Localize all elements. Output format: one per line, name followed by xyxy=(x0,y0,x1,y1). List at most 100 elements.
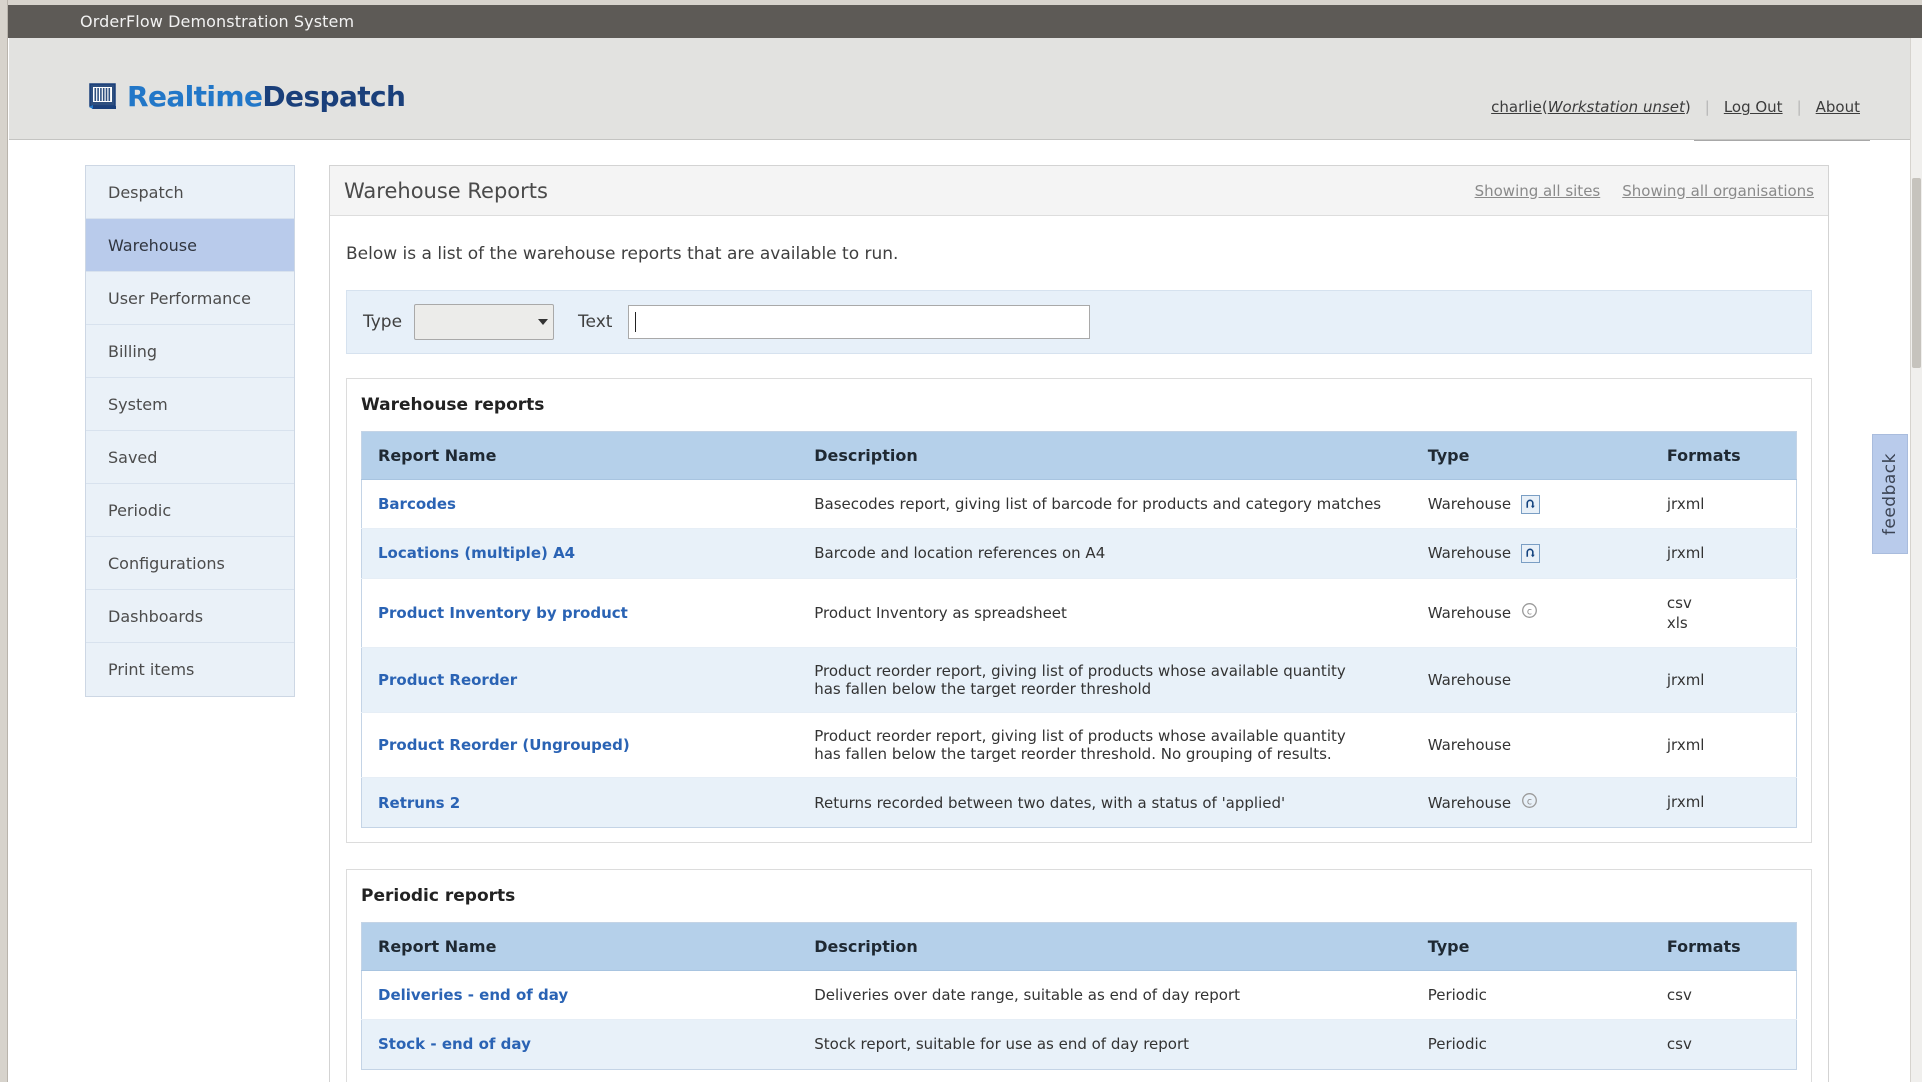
workstation-link[interactable]: Workstation unset xyxy=(1548,98,1685,116)
sidebar-item-periodic[interactable]: Periodic xyxy=(86,484,294,537)
report-format: jrxml xyxy=(1666,670,1705,689)
report-formats-cell: csv xyxy=(1650,970,1797,1021)
text-filter-field[interactable] xyxy=(628,305,1091,339)
copyright-icon[interactable]: c xyxy=(1521,792,1538,813)
report-description: Product reorder report, giving list of p… xyxy=(798,712,1412,778)
report-description: Product Inventory as spreadsheet xyxy=(798,578,1412,648)
column-header-description: Description xyxy=(798,922,1412,971)
copyright-icon[interactable]: c xyxy=(1521,602,1538,623)
periodic-section-heading: Periodic reports xyxy=(361,886,516,906)
report-format: jrxml xyxy=(1666,495,1705,513)
sidebar-item-system[interactable]: System xyxy=(86,378,294,431)
sidebar-item-dashboards[interactable]: Dashboards xyxy=(86,590,294,643)
feedback-label: feedback xyxy=(1880,452,1900,536)
column-header-formats: Formats xyxy=(1650,922,1797,971)
report-formats-cell: jrxml xyxy=(1650,647,1797,713)
report-type-cell: Warehouse xyxy=(1428,543,1651,563)
sidebar-item-despatch[interactable]: Despatch xyxy=(86,166,294,219)
sidebar-item-user-performance[interactable]: User Performance xyxy=(86,272,294,325)
report-type-cell: Warehouse xyxy=(1428,736,1651,754)
report-type-label: Periodic xyxy=(1411,1019,1651,1069)
logo-text-primary: Realtime xyxy=(127,80,263,113)
showing-all-organisations-link[interactable]: Showing all organisations xyxy=(1622,182,1814,200)
page-scrollbar[interactable] xyxy=(1910,38,1922,1082)
report-link-retruns-2[interactable]: Retruns 2 xyxy=(378,794,460,812)
panel-title-bar: Warehouse Reports Showing all sites Show… xyxy=(330,166,1828,216)
logo-text-secondary: Despatch xyxy=(262,80,406,113)
report-format: csv xyxy=(1666,986,1692,1004)
sidebar-item-billing[interactable]: Billing xyxy=(86,325,294,378)
column-header-description: Description xyxy=(798,431,1412,480)
report-formats-cell: csv xls xyxy=(1650,578,1797,648)
report-formats-cell: csv xyxy=(1650,1019,1797,1069)
table-row: Stock - end of day Stock report, suitabl… xyxy=(361,1019,1797,1069)
type-filter-select[interactable] xyxy=(414,304,555,340)
feedback-tab[interactable]: feedback xyxy=(1872,434,1908,554)
table-row: Product Reorder (Ungrouped) Product reor… xyxy=(361,712,1797,778)
scrollbar-thumb[interactable] xyxy=(1912,178,1921,368)
logo[interactable]: RealtimeDespatch xyxy=(87,80,406,113)
report-formats-cell: jrxml xyxy=(1650,712,1797,778)
report-format: xls xyxy=(1666,613,1688,632)
report-description: Returns recorded between two dates, with… xyxy=(798,777,1412,828)
table-row: Barcodes Basecodes report, giving list o… xyxy=(361,479,1797,530)
repeat-icon[interactable] xyxy=(1521,543,1541,563)
table-row: Deliveries - end of day Deliveries over … xyxy=(361,970,1797,1021)
report-link-stock-end-of-day[interactable]: Stock - end of day xyxy=(378,1035,531,1053)
report-description: Basecodes report, giving list of barcode… xyxy=(798,479,1412,530)
column-header-type: Type xyxy=(1411,431,1651,480)
repeat-icon[interactable] xyxy=(1521,494,1541,514)
report-formats-cell: jrxml xyxy=(1650,777,1797,828)
periodic-reports-table: Report Name Description Type Formats Del… xyxy=(361,922,1797,1070)
text-filter-label: Text xyxy=(578,312,613,332)
logout-link[interactable]: Log Out xyxy=(1724,98,1783,116)
sidebar-item-print-items[interactable]: Print items xyxy=(86,643,294,696)
report-format: jrxml xyxy=(1666,735,1705,754)
report-formats-cell: jrxml xyxy=(1650,528,1797,579)
report-formats-cell: jrxml xyxy=(1650,479,1797,530)
sidebar-item-configurations[interactable]: Configurations xyxy=(86,537,294,590)
report-link-product-reorder[interactable]: Product Reorder xyxy=(378,671,517,689)
report-format: csv xyxy=(1666,1035,1692,1054)
type-filter-label: Type xyxy=(363,312,403,332)
report-link-barcodes[interactable]: Barcodes xyxy=(378,495,456,513)
report-type-cell: Warehouse xyxy=(1427,494,1651,514)
report-description: Product reorder report, giving list of p… xyxy=(798,647,1412,713)
report-link-locations-multiple-a4[interactable]: Locations (multiple) A4 xyxy=(378,544,575,562)
link-separator-2: | xyxy=(1796,98,1802,116)
sidebar-item-saved[interactable]: Saved xyxy=(86,431,294,484)
sidebar-item-warehouse[interactable]: Warehouse xyxy=(86,219,294,272)
report-format: csv xyxy=(1666,593,1692,612)
chevron-down-icon xyxy=(538,319,549,325)
link-separator-1: | xyxy=(1704,98,1710,116)
report-type-label: Warehouse xyxy=(1427,671,1512,689)
periodic-reports-section: Periodic reports Report Name Description… xyxy=(346,869,1812,1082)
report-type-label: Periodic xyxy=(1411,970,1651,1021)
report-link-deliveries-end-of-day[interactable]: Deliveries - end of day xyxy=(378,986,568,1004)
about-link[interactable]: About xyxy=(1816,98,1860,116)
username-link[interactable]: charlie xyxy=(1491,98,1542,116)
showing-all-sites-link[interactable]: Showing all sites xyxy=(1475,182,1601,200)
report-type-label: Warehouse xyxy=(1427,603,1512,622)
panel-scope-links: Showing all sites Showing all organisati… xyxy=(1475,182,1818,200)
warehouse-section-heading: Warehouse reports xyxy=(361,395,545,415)
table-header-row: Report Name Description Type Formats xyxy=(361,431,1797,480)
table-row: Product Reorder Product reorder report, … xyxy=(361,647,1797,713)
report-format: jrxml xyxy=(1666,544,1705,563)
application-window: OrderFlow Demonstration System RealtimeD… xyxy=(0,0,1922,1082)
window-titlebar: OrderFlow Demonstration System xyxy=(8,5,1922,38)
report-type-label: Warehouse xyxy=(1427,495,1512,514)
reports-panel: Warehouse Reports Showing all sites Show… xyxy=(329,165,1829,1082)
report-link-product-inventory-by-product[interactable]: Product Inventory by product xyxy=(378,604,628,622)
table-row: Product Inventory by product Product Inv… xyxy=(361,578,1797,648)
logo-text: RealtimeDespatch xyxy=(127,80,406,113)
column-header-formats: Formats xyxy=(1650,431,1797,480)
report-type-label: Warehouse xyxy=(1427,736,1512,754)
reports-sidebar: Despatch Warehouse User Performance Bill… xyxy=(85,165,295,697)
report-link-product-reorder-ungrouped[interactable]: Product Reorder (Ungrouped) xyxy=(378,736,630,754)
report-format: jrxml xyxy=(1666,793,1705,812)
book-icon xyxy=(87,82,119,112)
page-content: Despatch Warehouse User Performance Bill… xyxy=(9,141,1922,1082)
svg-text:c: c xyxy=(1527,796,1532,807)
text-filter-input[interactable] xyxy=(636,307,1077,337)
